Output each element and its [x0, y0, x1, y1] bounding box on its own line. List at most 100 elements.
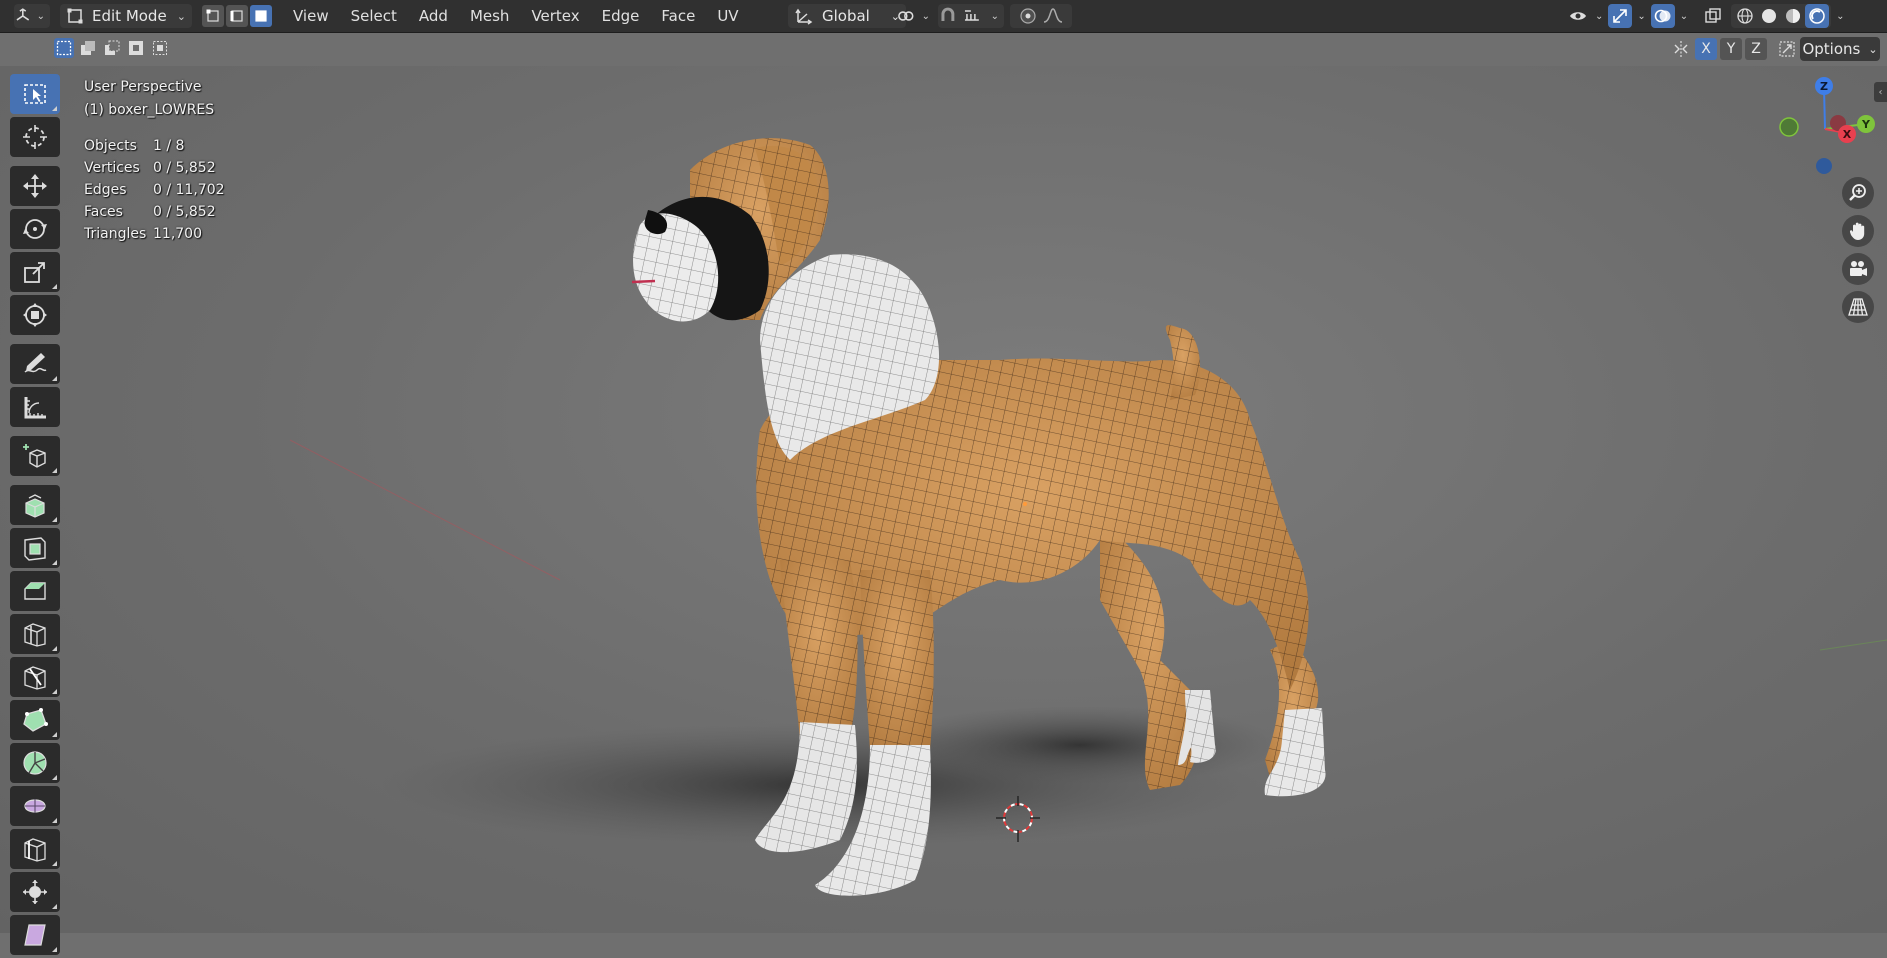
tool-annotate[interactable] — [10, 344, 60, 384]
chevron-down-icon: ⌄ — [176, 9, 186, 23]
intersect-selection-button[interactable] — [150, 38, 170, 58]
tool-inset[interactable] — [10, 528, 60, 568]
tool-poly-build[interactable] — [10, 700, 60, 740]
perspective-toggle-button[interactable] — [1842, 291, 1874, 323]
select-extend-icon — [81, 41, 95, 55]
tool-knife[interactable] — [10, 657, 60, 697]
mirror-axis-group: X Y Z — [1670, 38, 1798, 60]
gizmo-icon — [1613, 9, 1628, 23]
vertex-select-button[interactable] — [202, 5, 224, 27]
rendered-shading-button[interactable] — [1805, 4, 1830, 28]
mode-dropdown[interactable]: Edit Mode ⌄ — [60, 4, 192, 28]
zoom-magnifier-icon — [1849, 184, 1866, 201]
mirror-y-toggle[interactable]: Y — [1720, 38, 1742, 60]
selection-mode-buttons — [54, 38, 170, 58]
tool-scale[interactable] — [10, 252, 60, 292]
menu-bar: View Select Add Mesh Vertex Edge Face UV — [282, 0, 750, 32]
tool-cursor[interactable] — [10, 117, 60, 157]
menu-select[interactable]: Select — [340, 7, 408, 25]
viewport-header: ⌄ Edit Mode ⌄ View Select Add Mesh Verte… — [0, 0, 1887, 33]
snap-controls[interactable]: ⌄ — [938, 4, 1004, 28]
menu-edge[interactable]: Edge — [591, 7, 651, 25]
menu-uv[interactable]: UV — [706, 7, 749, 25]
y-axis-line — [1819, 639, 1887, 651]
zoom-button[interactable] — [1842, 177, 1874, 209]
scene-statistics: Objects 1 / 8 Vertices 0 / 5,852 Edges 0 / … — [84, 135, 225, 245]
editor-type-button[interactable]: ⌄ — [14, 4, 50, 28]
tool-spin[interactable] — [10, 743, 60, 783]
pan-button[interactable] — [1842, 215, 1874, 247]
edge-select-button[interactable] — [226, 5, 248, 27]
tool-select-box[interactable] — [10, 74, 60, 114]
show-gizmo-button[interactable] — [1608, 4, 1633, 28]
mode-label: Edit Mode — [92, 7, 167, 25]
menu-mesh[interactable]: Mesh — [459, 7, 521, 25]
tool-shear[interactable] — [10, 915, 60, 955]
edge-slide-icon — [24, 838, 46, 862]
neg-y-axis-handle[interactable] — [1779, 117, 1799, 137]
smooth-vertices-icon — [24, 799, 46, 813]
chevron-down-icon: ⌄ — [1836, 10, 1845, 22]
stat-value: 0 / 5,852 — [153, 204, 216, 220]
tool-bevel[interactable] — [10, 571, 60, 611]
active-object-name: (1) boxer_LOWRES — [84, 102, 215, 118]
pivot-point-dropdown[interactable]: ⌄ — [895, 4, 935, 28]
select-invert-icon — [129, 41, 143, 55]
vertex-select-icon — [206, 9, 219, 22]
move-icon — [23, 174, 47, 198]
stat-value: 0 / 5,852 — [153, 160, 216, 176]
stat-row: Vertices 0 / 5,852 — [84, 157, 225, 179]
new-selection-button[interactable] — [54, 38, 74, 58]
navigation-gizmo[interactable]: Z Y X — [1770, 74, 1880, 184]
tool-add-cube[interactable] — [10, 436, 60, 476]
3d-viewport-icon — [16, 8, 30, 21]
menu-add[interactable]: Add — [408, 7, 459, 25]
orientation-label: Global — [822, 7, 870, 25]
mirror-z-toggle[interactable]: Z — [1745, 38, 1767, 60]
options-label: Options — [1802, 40, 1861, 58]
menu-vertex[interactable]: Vertex — [520, 7, 590, 25]
tool-rotate[interactable] — [10, 209, 60, 249]
y-axis-label: Y — [1861, 118, 1871, 131]
tool-shrink-fatten[interactable] — [10, 872, 60, 912]
orientation-axes-icon — [795, 8, 813, 25]
chevron-down-icon: ⌄ — [1595, 10, 1604, 22]
material-preview-button[interactable] — [1781, 4, 1805, 28]
menu-face[interactable]: Face — [650, 7, 706, 25]
extend-selection-button[interactable] — [78, 38, 98, 58]
tool-extrude[interactable] — [10, 485, 60, 525]
solid-shading-button[interactable] — [1757, 4, 1781, 28]
tool-measure[interactable] — [10, 387, 60, 427]
options-dropdown[interactable]: Options ⌄ — [1800, 37, 1880, 61]
measure-ruler-icon — [24, 397, 46, 419]
chevron-down-icon: ⌄ — [1637, 10, 1646, 22]
transform-orientation-dropdown[interactable]: Global ⌄ — [788, 4, 906, 28]
stat-row: Objects 1 / 8 — [84, 135, 225, 157]
tool-loop-cut[interactable] — [10, 614, 60, 654]
tool-transform[interactable] — [10, 295, 60, 335]
camera-view-button[interactable] — [1842, 253, 1874, 285]
tool-edge-slide[interactable] — [10, 829, 60, 869]
topology-mirror-button[interactable] — [1776, 38, 1798, 60]
sidebar-toggle[interactable]: ‹ — [1874, 82, 1887, 102]
wireframe-shading-button[interactable] — [1733, 4, 1757, 28]
3d-viewport[interactable] — [0, 66, 1887, 933]
toggle-xray-button[interactable] — [1701, 4, 1725, 28]
neg-z-axis-handle[interactable] — [1816, 158, 1832, 174]
show-overlays-button[interactable] — [1650, 4, 1675, 28]
face-select-button[interactable] — [250, 5, 272, 27]
chevron-down-icon: ⌄ — [1679, 10, 1689, 22]
scale-icon — [24, 262, 45, 283]
edge-select-icon — [230, 10, 243, 22]
tool-smooth[interactable] — [10, 786, 60, 826]
mirror-x-toggle[interactable]: X — [1695, 38, 1717, 60]
proportional-editing-controls[interactable] — [1010, 4, 1072, 28]
selectability-visibility-button[interactable] — [1566, 4, 1590, 28]
subtract-selection-button[interactable] — [102, 38, 122, 58]
chevron-down-icon: ⌄ — [921, 10, 930, 22]
invert-selection-button[interactable] — [126, 38, 146, 58]
left-toolbar — [10, 74, 62, 958]
menu-view[interactable]: View — [282, 7, 340, 25]
visibility-controls: ⌄ ⌄ ⌄ ⌄ — [1566, 4, 1850, 28]
tool-move[interactable] — [10, 166, 60, 206]
